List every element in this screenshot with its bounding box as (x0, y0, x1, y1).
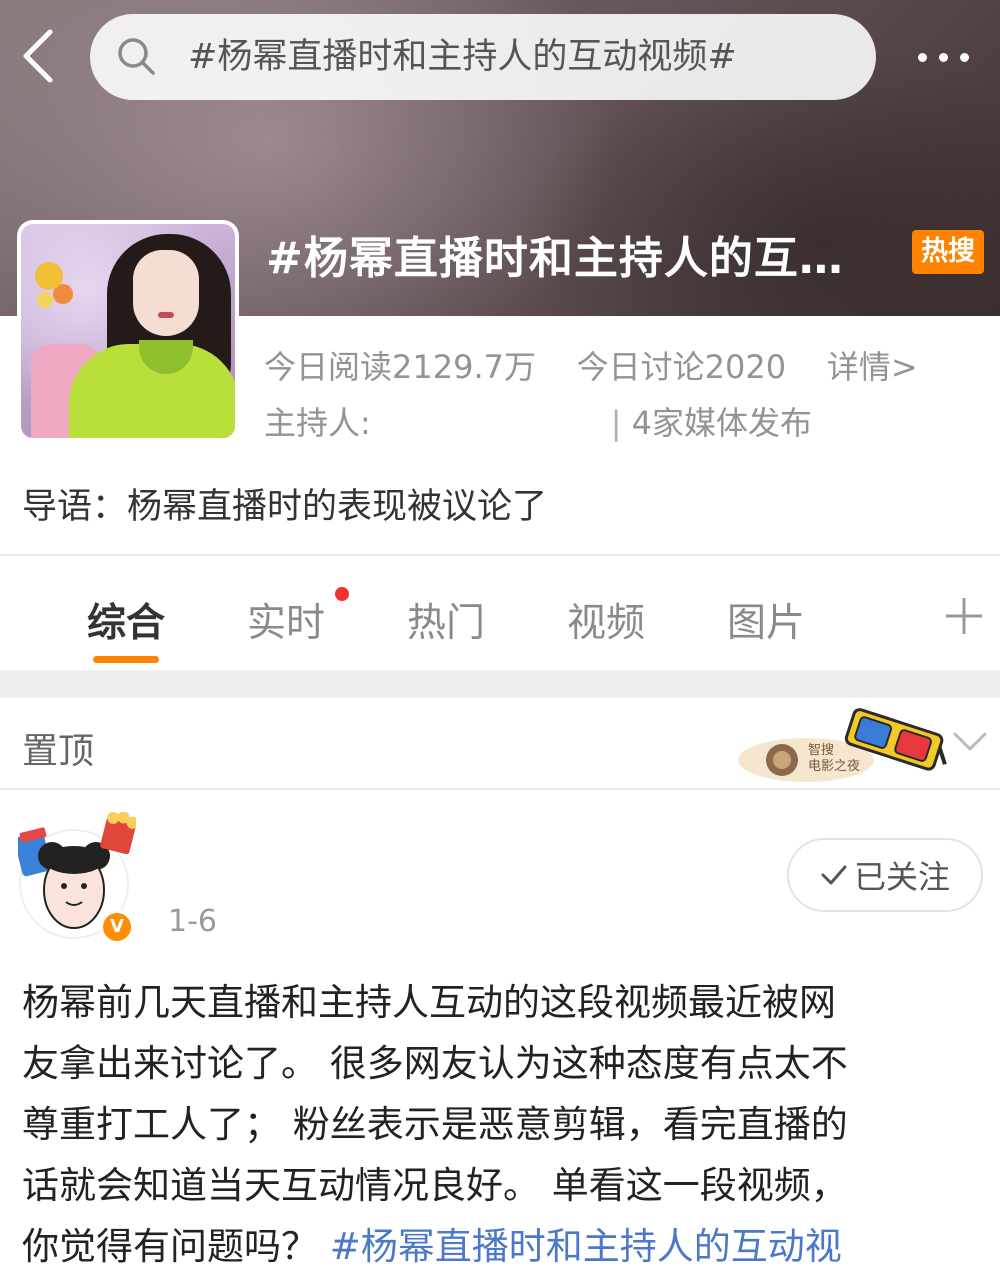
hot-search-badge: 热搜 (912, 230, 984, 274)
back-button[interactable] (18, 28, 58, 84)
post-text-tail: 你觉得有问题吗？ (22, 1225, 330, 1266)
post-card: V 1-6 已关注 杨幂前几天直播和主持人互动的这段视频最近被网 友拿出来讨论了… (0, 792, 1000, 1266)
post-text-line: 尊重打工人了； 粉丝表示是恶意剪辑，看完直播的 (22, 1103, 848, 1146)
verified-badge: V (100, 910, 134, 944)
post-text: 杨幂前几天直播和主持人互动的这段视频最近被网 友拿出来讨论了。 很多网友认为这种… (22, 972, 982, 1266)
active-tab-indicator (93, 656, 159, 663)
tab-realtime[interactable]: 实时 (247, 592, 325, 648)
search-bar[interactable]: #杨幂直播时和主持人的互动视频# (90, 14, 876, 100)
pinned-label: 置顶 (22, 731, 95, 772)
new-content-dot (335, 587, 349, 601)
tab-images[interactable]: 图片 (727, 592, 805, 648)
search-icon (118, 38, 155, 75)
checkmark-icon (821, 865, 847, 885)
today-discussions: 今日讨论2020 (576, 348, 787, 386)
banner-text-line2: 电影之夜 (808, 759, 860, 774)
follow-label: 已关注 (853, 858, 950, 896)
pinned-row[interactable]: 置顶 智搜 电影之夜 (0, 698, 1000, 790)
plus-icon[interactable] (944, 596, 984, 636)
post-text-line: 话就会知道当天互动情况良好。 单看这一段视频， (22, 1164, 848, 1207)
chevron-down-icon[interactable] (952, 728, 988, 756)
more-options-button[interactable] (918, 42, 982, 72)
more-dots-icon (918, 52, 927, 62)
host-label: 主持人: (264, 404, 371, 442)
search-query-text: #杨幂直播时和主持人的互动视频# (188, 37, 737, 77)
tab-video[interactable]: 视频 (567, 592, 645, 648)
tab-hot[interactable]: 热门 (407, 592, 485, 648)
banner-text-line1: 智搜 (808, 743, 834, 758)
post-timestamp: 1-6 (168, 904, 217, 939)
tab-comprehensive[interactable]: 综合 (87, 592, 165, 648)
media-count: 4家媒体发布 (631, 404, 812, 442)
host-line: 主持人: | 4家媒体发布 (264, 404, 812, 442)
section-gap (0, 670, 1000, 698)
movie-night-3d-glasses-banner[interactable]: 智搜 电影之夜 (736, 704, 952, 788)
topic-stats: 今日阅读2129.7万 今日讨论2020 详情> (264, 342, 918, 388)
followed-button[interactable]: 已关注 (787, 838, 983, 912)
flower-decoration (35, 262, 63, 290)
post-text-line: 杨幂前几天直播和主持人互动的这段视频最近被网 (22, 981, 836, 1024)
topic-cover-image[interactable] (17, 220, 239, 442)
post-text-line-last: 你觉得有问题吗？ #杨幂直播时和主持人的互动视 (22, 1216, 982, 1266)
detail-link[interactable]: 详情> (827, 348, 918, 386)
today-reads: 今日阅读2129.7万 (264, 348, 536, 386)
topic-title: #杨幂直播时和主持人的互… (266, 233, 844, 284)
post-text-line: 友拿出来讨论了。 很多网友认为这种态度有点太不 (22, 1042, 848, 1085)
topic-lead: 导语：杨幂直播时的表现被议论了 (22, 487, 548, 527)
tab-bar: 综合 实时 热门 视频 图片 (0, 556, 1000, 670)
chevron-left-icon (23, 29, 53, 83)
topic-hashtag-link[interactable]: #杨幂直播时和主持人的互动视 (330, 1225, 842, 1266)
